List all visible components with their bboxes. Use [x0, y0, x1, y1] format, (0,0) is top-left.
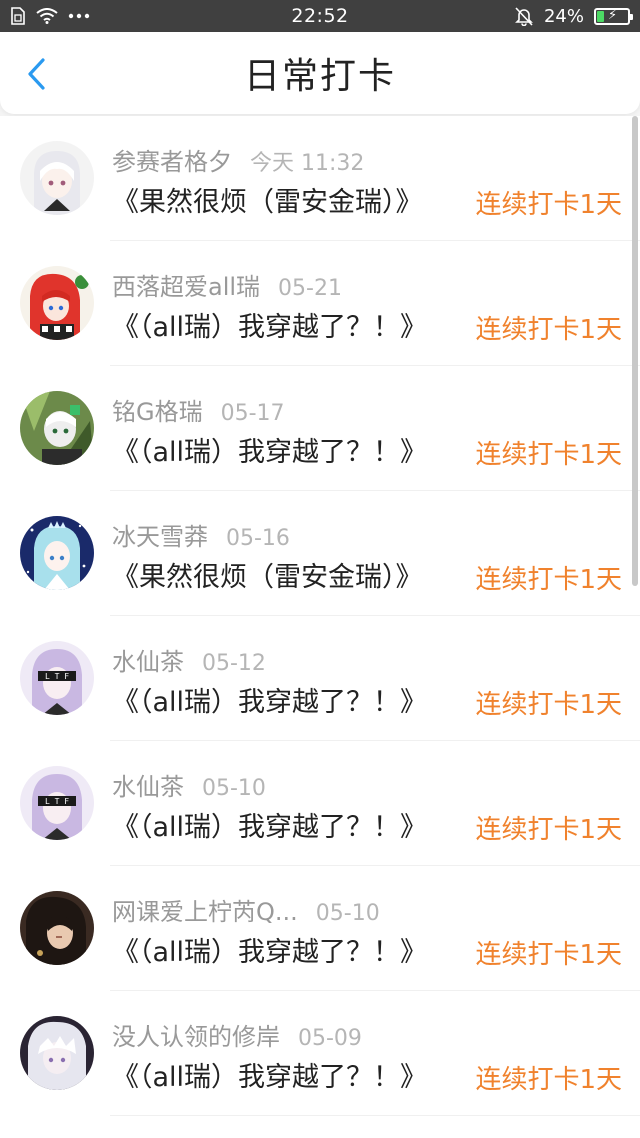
list-item[interactable]: L T F 水仙茶 05-10 《（all瑞）我穿越了？！》 连续打卡1天 — [0, 741, 640, 866]
status-bar: 22:52 24% ⚡ — [0, 0, 640, 32]
battery-percent: 24% — [543, 5, 584, 27]
avatar[interactable] — [20, 391, 94, 465]
avatar[interactable] — [20, 516, 94, 590]
status-right: 24% ⚡ — [430, 5, 633, 27]
more-dots-icon — [68, 13, 90, 19]
book-title[interactable]: 《（all瑞）我穿越了？！》 — [112, 680, 427, 719]
item-meta: 冰天雪莽 05-16 — [112, 517, 290, 552]
checkin-date: 05-17 — [220, 401, 285, 426]
avatar[interactable] — [20, 1016, 94, 1090]
book-title[interactable]: 《（all瑞）我穿越了？！》 — [112, 430, 427, 469]
svg-text:L T F: L T F — [45, 797, 69, 806]
streak-label: 连续打卡1天 — [475, 565, 622, 595]
avatar[interactable]: L T F — [20, 766, 94, 840]
sim-card-icon — [10, 7, 26, 25]
book-title[interactable]: 《（all瑞）我穿越了？！》 — [112, 305, 427, 344]
username[interactable]: 参赛者格夕 — [112, 142, 232, 177]
chevron-left-icon — [28, 58, 45, 90]
list-item[interactable]: 西落超爱all瑞 05-21 《（all瑞）我穿越了？！》 连续打卡1天 — [0, 241, 640, 366]
checkin-date: 05-10 — [315, 901, 380, 926]
battery-level — [596, 10, 605, 22]
scrollbar[interactable] — [632, 116, 638, 586]
streak-label: 连续打卡1天 — [475, 1065, 622, 1095]
book-title[interactable]: 《（all瑞）我穿越了？！》 — [112, 805, 427, 844]
checkin-list[interactable]: 参赛者格夕 今天 11:32 《果然很烦（雷安金瑞）》 连续打卡1天 西落超爱a… — [0, 116, 640, 1138]
streak-label: 连续打卡1天 — [475, 940, 622, 970]
book-title[interactable]: 《果然很烦（雷安金瑞）》 — [112, 180, 423, 219]
checkin-date: 05-16 — [226, 526, 290, 551]
avatar[interactable] — [20, 891, 94, 965]
header: 日常打卡 — [0, 32, 640, 114]
svg-text:L T F: L T F — [45, 672, 69, 681]
username[interactable]: 铭G格瑞 — [112, 392, 203, 427]
username[interactable]: 西落超爱all瑞 — [112, 267, 260, 302]
streak-label: 连续打卡1天 — [475, 815, 622, 845]
avatar[interactable] — [20, 141, 94, 215]
username[interactable]: 没人认领的修岸 — [112, 1017, 280, 1052]
item-meta: 水仙茶 05-12 — [112, 642, 266, 677]
battery-charging-icon: ⚡ — [593, 7, 633, 25]
item-meta: 西落超爱all瑞 05-21 — [112, 267, 342, 302]
item-meta: 铭G格瑞 05-17 — [112, 392, 285, 427]
item-meta: 参赛者格夕 今天 11:32 — [112, 142, 364, 177]
checkin-date: 今天 11:32 — [250, 151, 365, 176]
list-item[interactable]: 冰天雪莽 05-16 《果然很烦（雷安金瑞）》 连续打卡1天 — [0, 491, 640, 616]
username[interactable]: 网课爱上柠芮Q... — [112, 892, 298, 927]
checkin-date: 05-10 — [202, 776, 266, 801]
list-item[interactable]: 网课爱上柠芮Q... 05-10 《（all瑞）我穿越了？！》 连续打卡1天 — [0, 866, 640, 991]
bell-off-icon — [514, 6, 534, 26]
book-title[interactable]: 《果然很烦（雷安金瑞）》 — [112, 555, 423, 594]
wifi-icon — [36, 8, 58, 24]
checkin-date: 05-12 — [202, 651, 266, 676]
bolt-icon: ⚡ — [607, 7, 618, 23]
status-left — [10, 7, 210, 25]
status-time: 22:52 — [291, 5, 349, 27]
book-title[interactable]: 《（all瑞）我穿越了？！》 — [112, 930, 427, 969]
checkin-date: 05-09 — [298, 1026, 362, 1051]
streak-label: 连续打卡1天 — [475, 690, 622, 720]
back-button[interactable] — [18, 54, 54, 94]
username[interactable]: 水仙茶 — [112, 767, 184, 802]
username[interactable]: 水仙茶 — [112, 642, 184, 677]
list-item[interactable]: L T F 水仙茶 05-12 《（all瑞）我穿越了？！》 连续打卡1天 — [0, 616, 640, 741]
streak-label: 连续打卡1天 — [475, 440, 622, 470]
streak-label: 连续打卡1天 — [475, 190, 622, 220]
checkin-date: 05-21 — [278, 276, 342, 301]
page-title: 日常打卡 — [243, 56, 396, 97]
book-title[interactable]: 《（all瑞）我穿越了？！》 — [112, 1055, 427, 1094]
item-meta: 没人认领的修岸 05-09 — [112, 1017, 362, 1052]
item-meta: 水仙茶 05-10 — [112, 767, 266, 802]
avatar[interactable]: L T F — [20, 641, 94, 715]
streak-label: 连续打卡1天 — [475, 315, 622, 345]
list-item[interactable]: 铭G格瑞 05-17 《（all瑞）我穿越了？！》 连续打卡1天 — [0, 366, 640, 491]
username[interactable]: 冰天雪莽 — [112, 517, 208, 552]
list-item[interactable]: 参赛者格夕 今天 11:32 《果然很烦（雷安金瑞）》 连续打卡1天 — [0, 116, 640, 241]
list-item[interactable]: 没人认领的修岸 05-09 《（all瑞）我穿越了？！》 连续打卡1天 — [0, 991, 640, 1116]
avatar[interactable] — [20, 266, 94, 340]
item-meta: 网课爱上柠芮Q... 05-10 — [112, 892, 380, 927]
